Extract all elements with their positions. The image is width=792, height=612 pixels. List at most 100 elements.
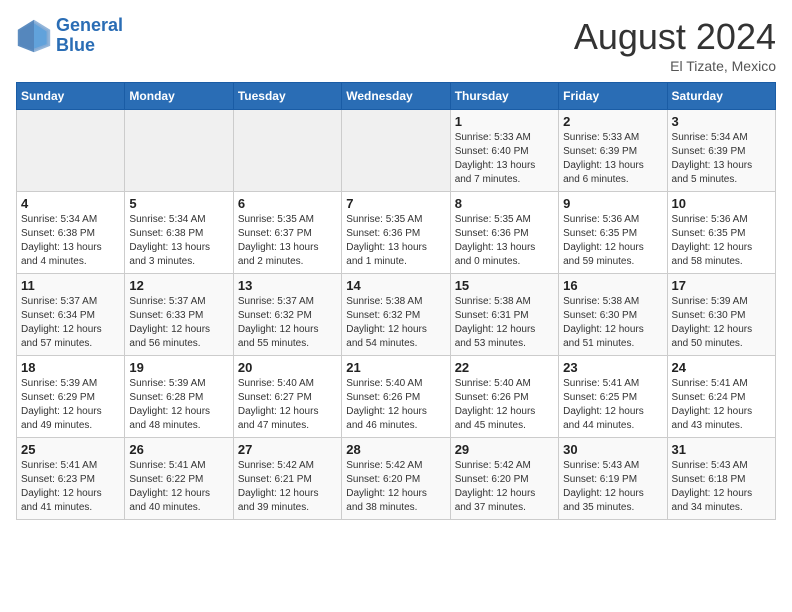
day-info: Sunrise: 5:39 AM Sunset: 6:30 PM Dayligh… bbox=[672, 295, 771, 351]
day-cell: 4 Sunrise: 5:34 AM Sunset: 6:38 PM Daylig… bbox=[17, 192, 125, 274]
day-cell bbox=[233, 110, 341, 192]
day-info: Sunrise: 5:35 AM Sunset: 6:36 PM Dayligh… bbox=[455, 213, 554, 269]
day-number: 14 bbox=[346, 278, 445, 293]
day-number: 31 bbox=[672, 442, 771, 457]
weekday-header-wednesday: Wednesday bbox=[342, 83, 450, 110]
month-title: August 2024 bbox=[574, 16, 776, 58]
logo: General Blue bbox=[16, 16, 123, 56]
day-info: Sunrise: 5:41 AM Sunset: 6:23 PM Dayligh… bbox=[21, 459, 120, 515]
day-cell: 22 Sunrise: 5:40 AM Sunset: 6:26 PM Dayli… bbox=[450, 356, 558, 438]
day-number: 22 bbox=[455, 360, 554, 375]
day-number: 27 bbox=[238, 442, 337, 457]
weekday-header-row: SundayMondayTuesdayWednesdayThursdayFrid… bbox=[17, 83, 776, 110]
day-cell: 30 Sunrise: 5:43 AM Sunset: 6:19 PM Dayli… bbox=[559, 438, 667, 520]
day-info: Sunrise: 5:33 AM Sunset: 6:40 PM Dayligh… bbox=[455, 131, 554, 187]
day-info: Sunrise: 5:35 AM Sunset: 6:37 PM Dayligh… bbox=[238, 213, 337, 269]
day-cell: 25 Sunrise: 5:41 AM Sunset: 6:23 PM Dayli… bbox=[17, 438, 125, 520]
day-number: 25 bbox=[21, 442, 120, 457]
day-number: 12 bbox=[129, 278, 228, 293]
day-info: Sunrise: 5:40 AM Sunset: 6:27 PM Dayligh… bbox=[238, 377, 337, 433]
weekday-header-saturday: Saturday bbox=[667, 83, 775, 110]
page-header: General Blue August 2024 El Tizate, Mexi… bbox=[16, 16, 776, 74]
day-info: Sunrise: 5:36 AM Sunset: 6:35 PM Dayligh… bbox=[563, 213, 662, 269]
day-number: 7 bbox=[346, 196, 445, 211]
day-info: Sunrise: 5:41 AM Sunset: 6:25 PM Dayligh… bbox=[563, 377, 662, 433]
day-number: 3 bbox=[672, 114, 771, 129]
day-number: 9 bbox=[563, 196, 662, 211]
day-cell: 31 Sunrise: 5:43 AM Sunset: 6:18 PM Dayli… bbox=[667, 438, 775, 520]
week-row-1: 1 Sunrise: 5:33 AM Sunset: 6:40 PM Daylig… bbox=[17, 110, 776, 192]
day-number: 11 bbox=[21, 278, 120, 293]
day-info: Sunrise: 5:39 AM Sunset: 6:29 PM Dayligh… bbox=[21, 377, 120, 433]
day-cell: 1 Sunrise: 5:33 AM Sunset: 6:40 PM Daylig… bbox=[450, 110, 558, 192]
day-number: 24 bbox=[672, 360, 771, 375]
day-number: 8 bbox=[455, 196, 554, 211]
day-info: Sunrise: 5:37 AM Sunset: 6:32 PM Dayligh… bbox=[238, 295, 337, 351]
day-info: Sunrise: 5:33 AM Sunset: 6:39 PM Dayligh… bbox=[563, 131, 662, 187]
weekday-header-friday: Friday bbox=[559, 83, 667, 110]
logo-line2: Blue bbox=[56, 35, 95, 55]
day-cell: 24 Sunrise: 5:41 AM Sunset: 6:24 PM Dayli… bbox=[667, 356, 775, 438]
day-cell: 26 Sunrise: 5:41 AM Sunset: 6:22 PM Dayli… bbox=[125, 438, 233, 520]
weekday-header-monday: Monday bbox=[125, 83, 233, 110]
day-number: 20 bbox=[238, 360, 337, 375]
day-info: Sunrise: 5:40 AM Sunset: 6:26 PM Dayligh… bbox=[346, 377, 445, 433]
weekday-header-tuesday: Tuesday bbox=[233, 83, 341, 110]
day-info: Sunrise: 5:43 AM Sunset: 6:19 PM Dayligh… bbox=[563, 459, 662, 515]
day-number: 13 bbox=[238, 278, 337, 293]
week-row-3: 11 Sunrise: 5:37 AM Sunset: 6:34 PM Dayli… bbox=[17, 274, 776, 356]
day-info: Sunrise: 5:34 AM Sunset: 6:39 PM Dayligh… bbox=[672, 131, 771, 187]
day-cell bbox=[342, 110, 450, 192]
day-cell: 15Sunrise: 5:38 AM Sunset: 6:31 PM Dayli… bbox=[450, 274, 558, 356]
week-row-2: 4 Sunrise: 5:34 AM Sunset: 6:38 PM Daylig… bbox=[17, 192, 776, 274]
location: El Tizate, Mexico bbox=[574, 58, 776, 74]
day-cell: 11 Sunrise: 5:37 AM Sunset: 6:34 PM Dayli… bbox=[17, 274, 125, 356]
day-info: Sunrise: 5:34 AM Sunset: 6:38 PM Dayligh… bbox=[21, 213, 120, 269]
day-cell bbox=[17, 110, 125, 192]
day-number: 23 bbox=[563, 360, 662, 375]
day-info: Sunrise: 5:38 AM Sunset: 6:31 PM Dayligh… bbox=[455, 295, 554, 351]
day-info: Sunrise: 5:37 AM Sunset: 6:33 PM Dayligh… bbox=[129, 295, 228, 351]
day-info: Sunrise: 5:37 AM Sunset: 6:34 PM Dayligh… bbox=[21, 295, 120, 351]
day-info: Sunrise: 5:41 AM Sunset: 6:22 PM Dayligh… bbox=[129, 459, 228, 515]
day-cell: 16 Sunrise: 5:38 AM Sunset: 6:30 PM Dayli… bbox=[559, 274, 667, 356]
day-number: 2 bbox=[563, 114, 662, 129]
day-cell: 28 Sunrise: 5:42 AM Sunset: 6:20 PM Dayli… bbox=[342, 438, 450, 520]
day-cell: 17 Sunrise: 5:39 AM Sunset: 6:30 PM Dayli… bbox=[667, 274, 775, 356]
day-number: 28 bbox=[346, 442, 445, 457]
day-info: Sunrise: 5:39 AM Sunset: 6:28 PM Dayligh… bbox=[129, 377, 228, 433]
week-row-5: 25 Sunrise: 5:41 AM Sunset: 6:23 PM Dayli… bbox=[17, 438, 776, 520]
title-block: August 2024 El Tizate, Mexico bbox=[574, 16, 776, 74]
day-cell: 13 Sunrise: 5:37 AM Sunset: 6:32 PM Dayli… bbox=[233, 274, 341, 356]
day-number: 1 bbox=[455, 114, 554, 129]
day-number: 30 bbox=[563, 442, 662, 457]
day-cell: 8 Sunrise: 5:35 AM Sunset: 6:36 PM Daylig… bbox=[450, 192, 558, 274]
day-info: Sunrise: 5:38 AM Sunset: 6:30 PM Dayligh… bbox=[563, 295, 662, 351]
calendar-table: SundayMondayTuesdayWednesdayThursdayFrid… bbox=[16, 82, 776, 520]
day-info: Sunrise: 5:42 AM Sunset: 6:20 PM Dayligh… bbox=[346, 459, 445, 515]
logo-icon bbox=[16, 18, 52, 54]
day-cell: 21 Sunrise: 5:40 AM Sunset: 6:26 PM Dayli… bbox=[342, 356, 450, 438]
day-cell: 10Sunrise: 5:36 AM Sunset: 6:35 PM Dayli… bbox=[667, 192, 775, 274]
day-number: 21 bbox=[346, 360, 445, 375]
day-info: Sunrise: 5:42 AM Sunset: 6:20 PM Dayligh… bbox=[455, 459, 554, 515]
day-number: 16 bbox=[563, 278, 662, 293]
day-number: 10 bbox=[672, 196, 771, 211]
day-info: Sunrise: 5:38 AM Sunset: 6:32 PM Dayligh… bbox=[346, 295, 445, 351]
weekday-header-thursday: Thursday bbox=[450, 83, 558, 110]
day-cell: 29Sunrise: 5:42 AM Sunset: 6:20 PM Dayli… bbox=[450, 438, 558, 520]
day-number: 6 bbox=[238, 196, 337, 211]
day-number: 4 bbox=[21, 196, 120, 211]
day-cell: 2 Sunrise: 5:33 AM Sunset: 6:39 PM Daylig… bbox=[559, 110, 667, 192]
day-info: Sunrise: 5:40 AM Sunset: 6:26 PM Dayligh… bbox=[455, 377, 554, 433]
day-info: Sunrise: 5:41 AM Sunset: 6:24 PM Dayligh… bbox=[672, 377, 771, 433]
day-info: Sunrise: 5:43 AM Sunset: 6:18 PM Dayligh… bbox=[672, 459, 771, 515]
day-cell: 5Sunrise: 5:34 AM Sunset: 6:38 PM Daylig… bbox=[125, 192, 233, 274]
day-cell bbox=[125, 110, 233, 192]
weekday-header-sunday: Sunday bbox=[17, 83, 125, 110]
day-number: 26 bbox=[129, 442, 228, 457]
day-cell: 14 Sunrise: 5:38 AM Sunset: 6:32 PM Dayli… bbox=[342, 274, 450, 356]
day-cell: 12 Sunrise: 5:37 AM Sunset: 6:33 PM Dayli… bbox=[125, 274, 233, 356]
day-number: 17 bbox=[672, 278, 771, 293]
day-cell: 3 Sunrise: 5:34 AM Sunset: 6:39 PM Daylig… bbox=[667, 110, 775, 192]
